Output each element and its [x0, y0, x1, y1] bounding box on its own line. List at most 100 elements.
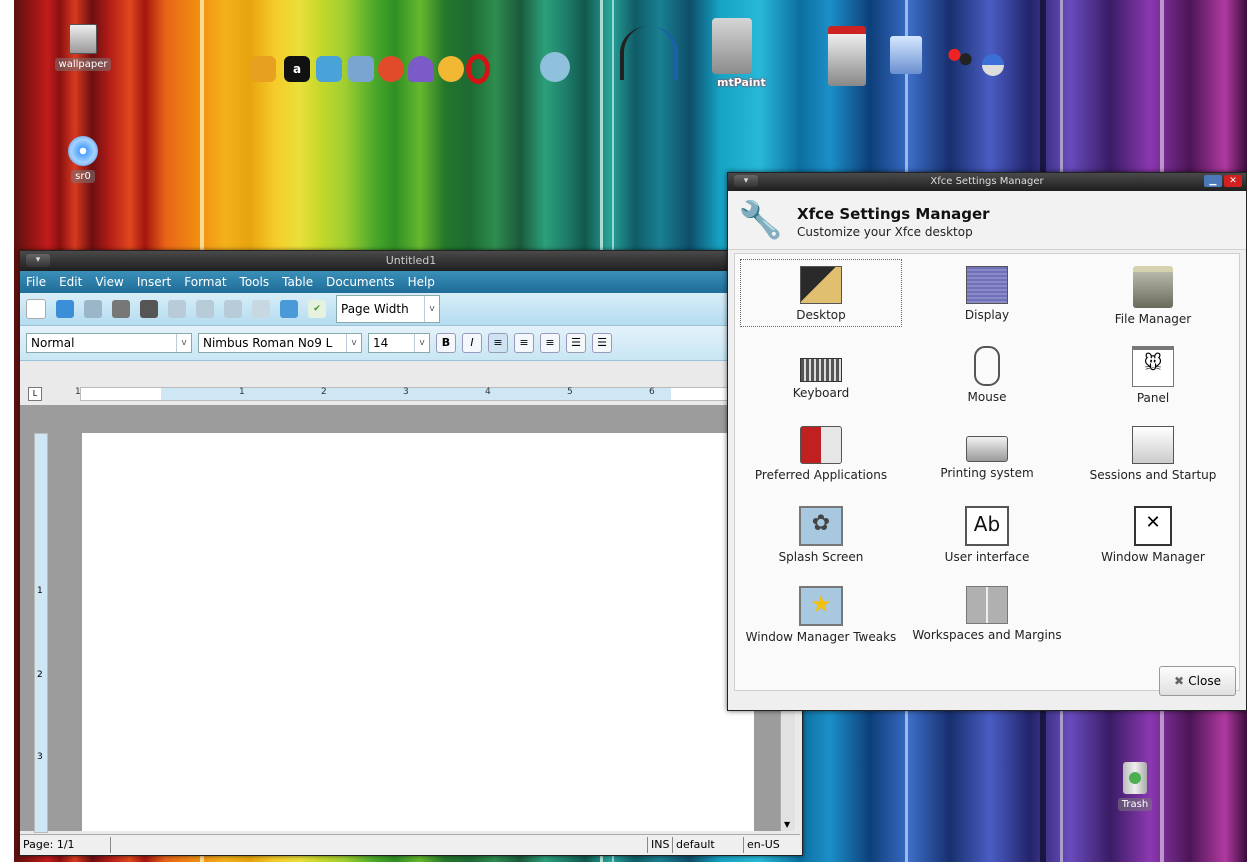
menu-insert[interactable]: Insert	[137, 275, 171, 289]
insert-mode[interactable]: INS	[648, 837, 673, 853]
menu-format[interactable]: Format	[184, 275, 226, 289]
settings-item-preferred-applications[interactable]: Preferred Applications	[741, 420, 901, 486]
window-menu-button[interactable]: ▾	[26, 254, 50, 267]
mtpaint-launcher-icon[interactable]	[712, 18, 752, 74]
settings-item-label: Mouse	[967, 390, 1007, 404]
calculator-launcher-icon[interactable]	[890, 36, 922, 74]
shell-launcher-icon[interactable]	[250, 56, 276, 82]
menu-view[interactable]: View	[95, 275, 123, 289]
align-right-icon[interactable]: ≡	[540, 333, 560, 353]
document-page[interactable]	[82, 433, 754, 831]
installer-launcher-icon[interactable]	[828, 26, 866, 86]
menu-file[interactable]: File	[26, 275, 46, 289]
settings-item-panel[interactable]: 🐭 Panel	[1073, 340, 1233, 406]
close-icon[interactable]: ✕	[1224, 175, 1242, 187]
writer-window: ▾ Untitled1 File Edit View Insert Format…	[19, 250, 803, 856]
workspaces-icon	[966, 586, 1008, 624]
menu-documents[interactable]: Documents	[326, 275, 394, 289]
desktop-icon-wallpaper[interactable]: wallpaper	[48, 24, 118, 71]
cdrom-icon	[68, 136, 98, 166]
settings-manager-window: ▾ Xfce Settings Manager ▁ ✕ 🔧 Xfce Setti…	[727, 172, 1247, 711]
settings-item-keyboard[interactable]: Keyboard	[741, 340, 901, 406]
tweaks-icon: ★	[799, 586, 843, 626]
desktop-settings-icon	[800, 266, 842, 304]
ruler-active-area	[161, 388, 671, 400]
menu-tools[interactable]: Tools	[240, 275, 270, 289]
preferred-apps-icon	[800, 426, 842, 464]
window-controls: ▁ ✕	[1204, 175, 1242, 187]
opera-launcher-icon[interactable]	[466, 54, 490, 84]
chevron-down-icon: v	[176, 334, 191, 352]
italic-button[interactable]: I	[462, 333, 482, 353]
redo-icon[interactable]	[196, 300, 214, 318]
wrench-icon: 🔧	[738, 200, 783, 241]
undo-icon[interactable]	[168, 300, 186, 318]
close-button[interactable]: ✖ Close	[1159, 666, 1236, 696]
desktop-icon-label: sr0	[71, 170, 95, 183]
menu-table[interactable]: Table	[282, 275, 313, 289]
print-preview-icon[interactable]	[112, 300, 130, 318]
scroll-down-icon[interactable]: ▼	[784, 820, 790, 829]
chevron-down-icon: v	[346, 334, 361, 352]
settings-item-mouse[interactable]: Mouse	[907, 340, 1067, 406]
writer-menubar: File Edit View Insert Format Tools Table…	[20, 271, 802, 293]
ghost-launcher-icon[interactable]	[408, 56, 434, 82]
desktop-icon-label: Trash	[1117, 798, 1153, 811]
mtpaint-label: mtPaint	[717, 76, 766, 89]
settings-titlebar[interactable]: ▾ Xfce Settings Manager ▁ ✕	[728, 173, 1246, 191]
writer-titlebar[interactable]: ▾ Untitled1	[20, 251, 802, 271]
chevron-down-icon: v	[424, 296, 439, 322]
menu-edit[interactable]: Edit	[59, 275, 82, 289]
settings-item-workspaces-and-margins[interactable]: Workspaces and Margins	[907, 580, 1067, 646]
bullet-list-icon[interactable]: ☰	[592, 333, 612, 353]
media-launcher-icon[interactable]	[348, 56, 374, 82]
cut-icon[interactable]	[224, 300, 242, 318]
font-name-select[interactable]: Nimbus Roman No9 L v	[198, 333, 362, 353]
desktop-icon-sr0[interactable]: sr0	[48, 136, 118, 183]
mail-launcher-icon[interactable]	[540, 52, 570, 82]
sessions-icon	[1132, 426, 1174, 464]
menu-help[interactable]: Help	[408, 275, 435, 289]
new-document-icon[interactable]	[26, 299, 46, 319]
window-menu-button[interactable]: ▾	[734, 175, 758, 187]
network-launcher-icon[interactable]	[316, 56, 342, 82]
settings-item-desktop[interactable]: Desktop	[740, 259, 902, 327]
ruler-number: 1	[239, 387, 245, 397]
paste-icon[interactable]	[280, 300, 298, 318]
folder-icon	[1133, 266, 1173, 308]
inkscape-launcher-icon[interactable]	[620, 26, 678, 80]
a-launcher-icon[interactable]: a	[284, 56, 310, 82]
settings-item-window-manager[interactable]: ✕ Window Manager	[1073, 500, 1233, 566]
settings-item-splash-screen[interactable]: ✿ Splash Screen	[741, 500, 901, 566]
open-folder-icon[interactable]	[56, 300, 74, 318]
settings-item-printing-system[interactable]: Printing system	[907, 420, 1067, 486]
settings-item-file-manager[interactable]: File Manager	[1073, 260, 1233, 326]
status-bar: Page: 1/1 INS default en-US	[20, 834, 800, 855]
desktop-icon-trash[interactable]: Trash	[1100, 762, 1170, 811]
settings-item-display[interactable]: Display	[907, 260, 1067, 326]
spellcheck-icon[interactable]: ✔	[308, 300, 326, 318]
ball-launcher-icon[interactable]	[982, 54, 1004, 76]
export-pdf-icon[interactable]	[84, 300, 102, 318]
align-left-icon[interactable]: ≡	[488, 333, 508, 353]
settings-item-user-interface[interactable]: Ab User interface	[907, 500, 1067, 566]
games-launcher-icon[interactable]	[946, 46, 974, 68]
align-center-icon[interactable]: ≡	[514, 333, 534, 353]
print-icon[interactable]	[140, 300, 158, 318]
tab-stop-selector[interactable]: L	[28, 387, 42, 401]
paragraph-style-select[interactable]: Normal v	[26, 333, 192, 353]
settings-icon-grid: Desktop Display File Manager Keyboard Mo…	[734, 253, 1240, 691]
zoom-select[interactable]: Page Width v	[336, 295, 440, 323]
settings-item-label: Sessions and Startup	[1089, 468, 1217, 482]
firefox-launcher-icon[interactable]	[378, 56, 404, 82]
settings-item-sessions-and-startup[interactable]: Sessions and Startup	[1073, 420, 1233, 486]
bold-button[interactable]: B	[436, 333, 456, 353]
copy-icon[interactable]	[252, 300, 270, 318]
font-size-select[interactable]: 14 v	[368, 333, 430, 353]
settings-item-label: Window Manager Tweaks	[745, 630, 897, 644]
chat-launcher-icon[interactable]	[438, 56, 464, 82]
numbered-list-icon[interactable]: ☰	[566, 333, 586, 353]
minimize-icon[interactable]: ▁	[1204, 175, 1222, 187]
settings-item-window-manager-tweaks[interactable]: ★ Window Manager Tweaks	[741, 580, 901, 646]
ruler-number: 1	[37, 586, 43, 596]
